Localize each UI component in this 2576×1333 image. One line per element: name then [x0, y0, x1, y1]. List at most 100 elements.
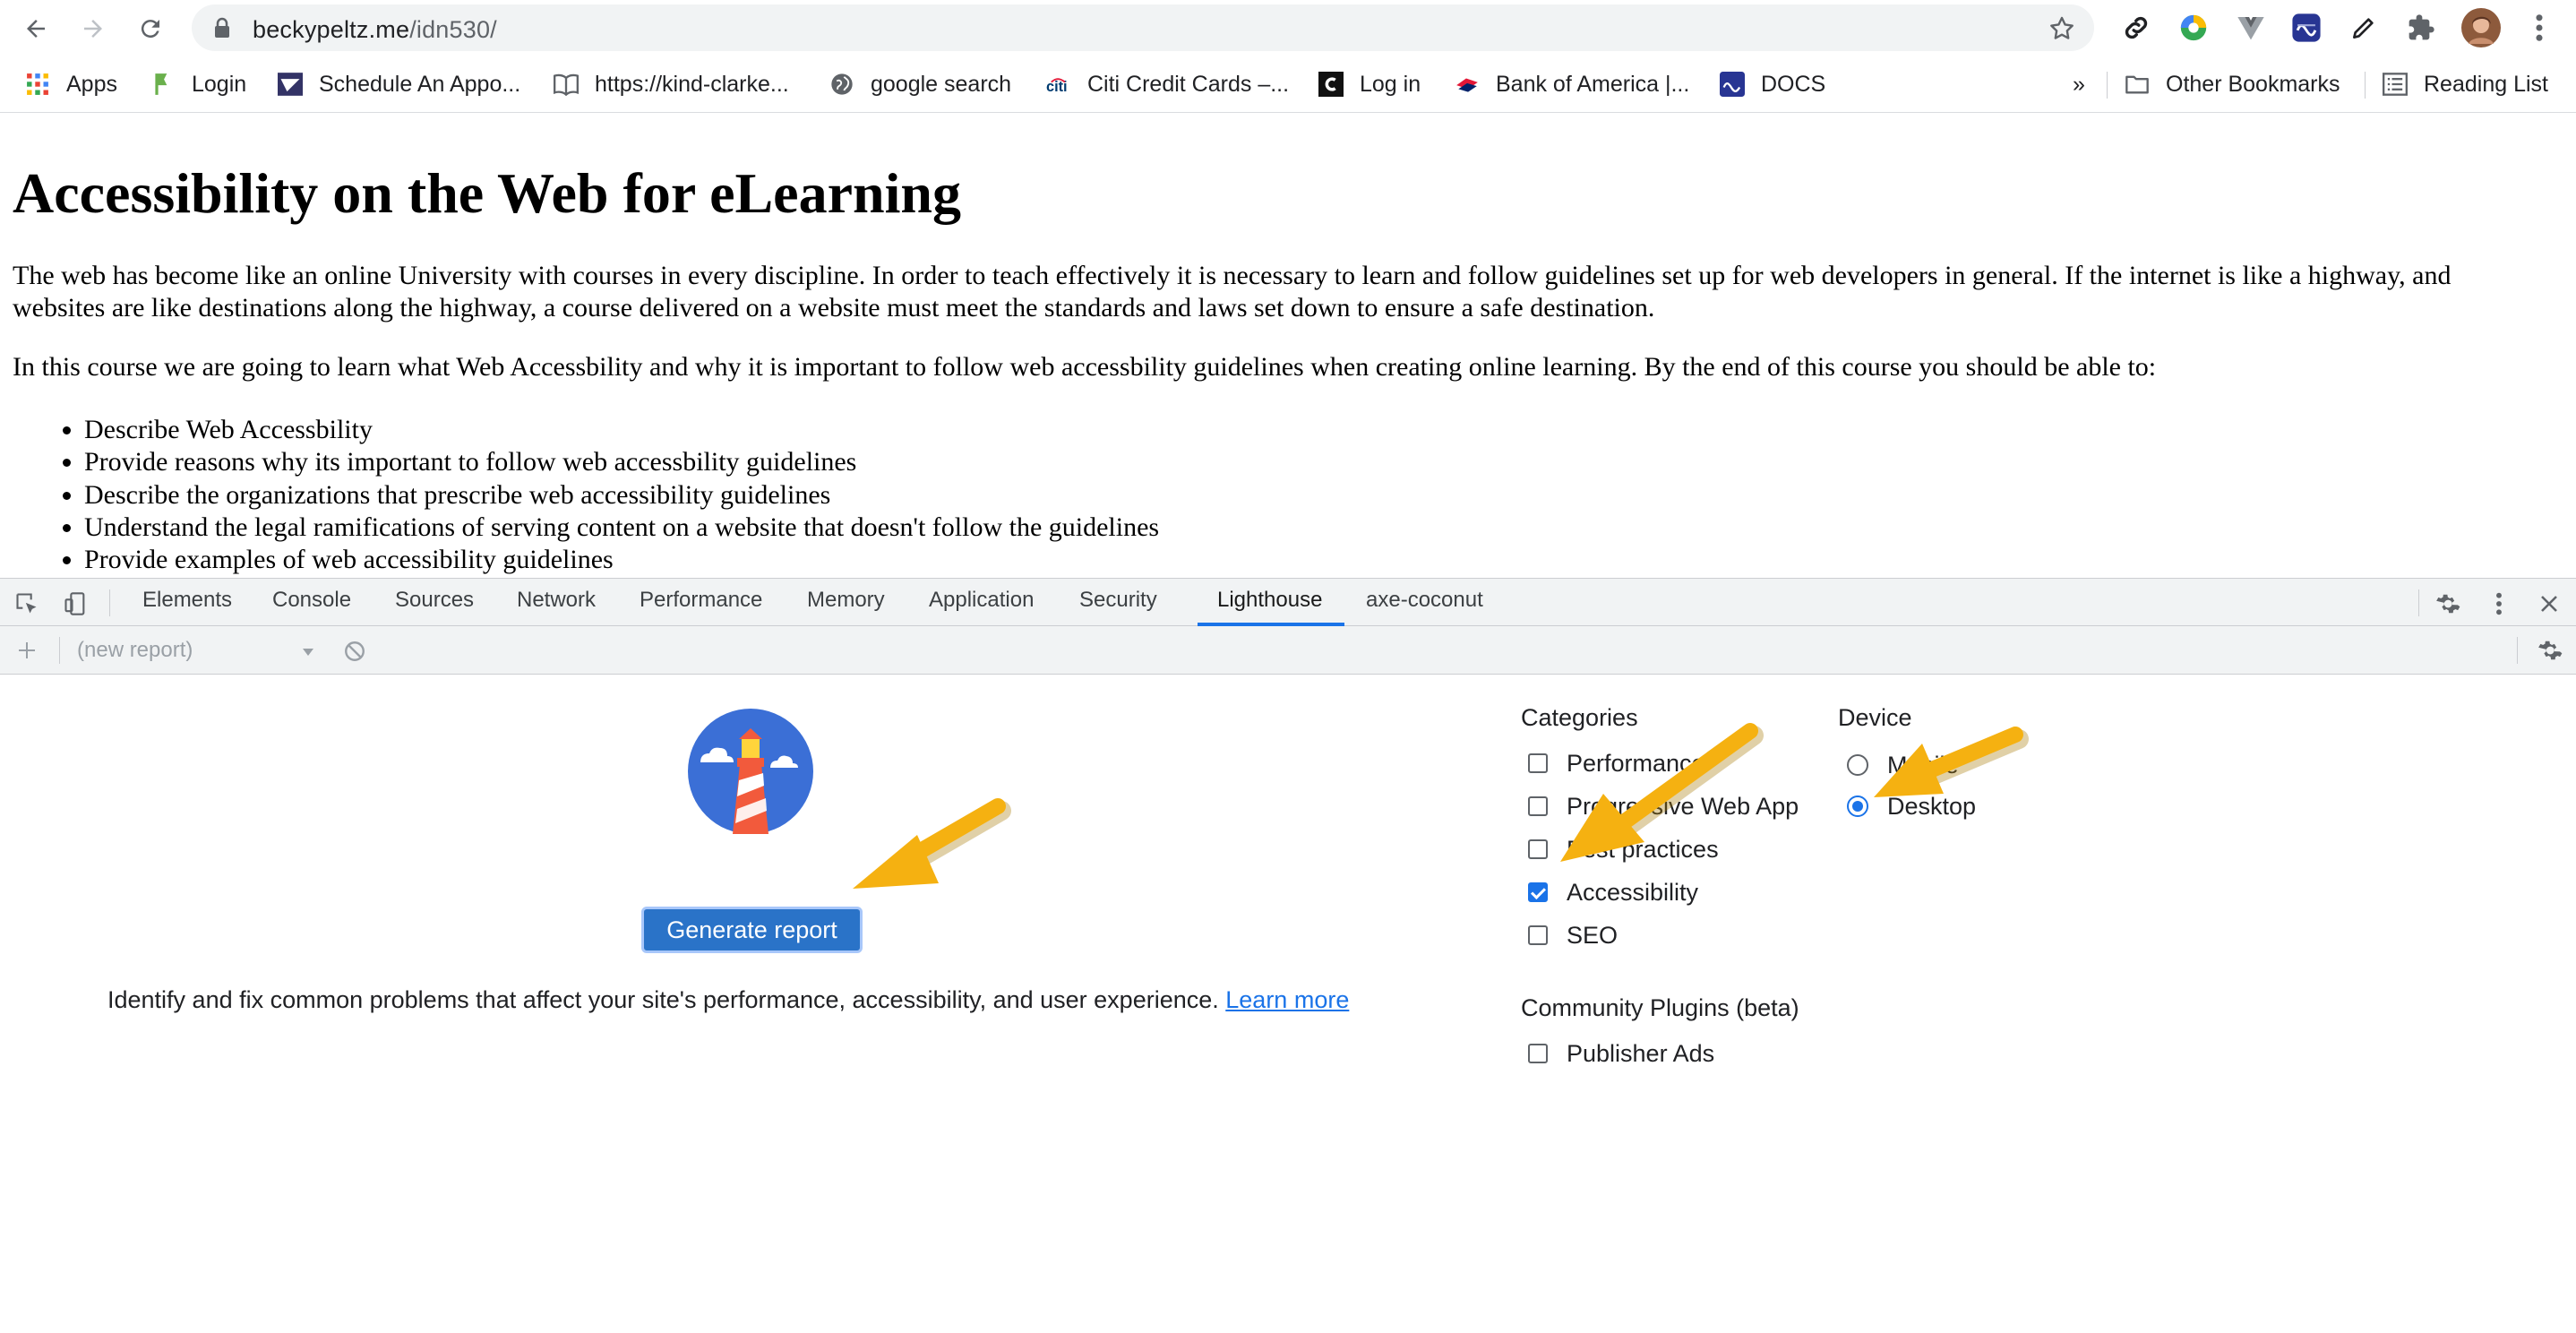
category-label: Progressive Web App [1567, 792, 1799, 820]
category-label: SEO [1567, 921, 1619, 949]
bank-of-america-icon [1455, 72, 1480, 97]
pwa-checkbox[interactable] [1528, 796, 1548, 816]
desktop-radio[interactable] [1847, 796, 1868, 817]
tab-security[interactable]: Security [1079, 588, 1157, 620]
community-plugins-title: Community Plugins (beta) [1521, 994, 1799, 1021]
best-practices-checkbox[interactable] [1528, 839, 1548, 859]
reading-list-icon [2383, 72, 2408, 97]
folder-icon [2125, 72, 2150, 97]
colorful-extension-icon[interactable] [2177, 11, 2211, 45]
bookmark-citi[interactable]: citi Citi Credit Cards –... [1046, 68, 1289, 100]
tab-axe-coconut[interactable]: axe-coconut [1366, 588, 1483, 620]
other-bookmarks-label: Other Bookmarks [2166, 71, 2340, 97]
seo-checkbox[interactable] [1528, 925, 1548, 945]
url-text[interactable]: beckypeltz.me/idn530/ [253, 16, 497, 44]
intro-paragraph: The web has become like an online Univer… [13, 261, 2451, 322]
book-icon [554, 72, 579, 97]
toolbar-divider [109, 589, 110, 616]
clear-report-icon[interactable] [340, 637, 369, 666]
category-seo[interactable]: SEO [1528, 921, 1618, 950]
bookmark-log-in[interactable]: Log in [1318, 68, 1421, 100]
bookmark-google-search[interactable]: google search [829, 68, 1011, 100]
tab-network[interactable]: Network [517, 588, 596, 620]
settings-gear-icon[interactable] [2433, 589, 2461, 618]
dropdown-caret-icon[interactable] [294, 638, 322, 666]
bookmark-schedule[interactable]: Schedule An Appo... [278, 68, 520, 100]
apps-grid-icon [25, 72, 50, 97]
bookmark-label: https://kind-clarke... [595, 71, 789, 97]
tab-performance[interactable]: Performance [640, 588, 762, 620]
toolbar-divider [2418, 589, 2419, 616]
bookmark-docs[interactable]: DOCS [1720, 68, 1825, 100]
description-text: Identify and fix common problems that af… [107, 986, 1219, 1013]
docs-icon [1720, 72, 1745, 97]
performance-checkbox[interactable] [1528, 753, 1548, 773]
web-page-content: Accessibility on the Web for eLearning T… [0, 114, 2576, 578]
bookmark-label: Bank of America |... [1496, 71, 1690, 97]
bookmark-label: Apps [66, 71, 117, 97]
learn-more-link[interactable]: Learn more [1225, 986, 1349, 1013]
inspect-element-icon[interactable] [13, 589, 41, 618]
devtools-menu-icon[interactable] [2485, 589, 2513, 618]
bookmark-apps[interactable]: Apps [25, 68, 117, 100]
lighthouse-description: Identify and fix common problems that af… [107, 986, 1349, 1014]
tab-application[interactable]: Application [929, 588, 1034, 620]
reading-list-label: Reading List [2424, 71, 2548, 97]
pencil-icon[interactable] [2347, 11, 2381, 45]
bookmark-login[interactable]: Login [150, 68, 246, 100]
address-bar[interactable]: beckypeltz.me/idn530/ [192, 4, 2094, 51]
accessibility-checkbox[interactable] [1528, 882, 1548, 902]
tab-console[interactable]: Console [272, 588, 351, 620]
lighthouse-settings-gear-icon[interactable] [2535, 636, 2563, 665]
category-label: Accessibility [1567, 878, 1699, 906]
add-report-icon[interactable] [13, 636, 41, 665]
vue-devtools-icon[interactable] [2234, 11, 2268, 45]
profile-avatar[interactable] [2461, 8, 2501, 47]
tab-lighthouse[interactable]: Lighthouse [1217, 588, 1322, 620]
category-best-practices[interactable]: Best practices [1528, 835, 1719, 864]
plugin-publisher-ads[interactable]: Publisher Ads [1528, 1039, 1714, 1068]
lock-icon[interactable] [213, 17, 231, 43]
device-desktop[interactable]: Desktop [1847, 792, 1976, 821]
devtools-tab-bar: Elements Console Sources Network Perform… [0, 578, 2576, 626]
other-bookmarks[interactable]: Other Bookmarks [2125, 68, 2340, 100]
link-extension-icon[interactable] [2119, 11, 2153, 45]
mobile-radio[interactable] [1847, 754, 1868, 776]
category-label: Best practices [1567, 835, 1719, 863]
bookmarks-divider [2365, 72, 2366, 99]
wavy-extension-icon[interactable] [2289, 11, 2323, 45]
objectives-list: Describe Web Accessbility Provide reason… [84, 414, 1159, 576]
device-toolbar-icon[interactable] [61, 589, 90, 618]
tab-elements[interactable]: Elements [142, 588, 232, 620]
bookmarks-overflow-chevron-icon[interactable]: » [2073, 68, 2085, 100]
reload-icon[interactable] [134, 13, 167, 45]
generate-report-button[interactable]: Generate report [641, 907, 863, 953]
category-accessibility[interactable]: Accessibility [1528, 878, 1698, 907]
report-select[interactable]: (new report) [77, 638, 193, 670]
reading-list[interactable]: Reading List [2383, 68, 2548, 100]
categories-title: Categories [1521, 704, 1638, 731]
category-performance[interactable]: Performance [1528, 749, 1705, 778]
category-pwa[interactable]: Progressive Web App [1528, 792, 1799, 821]
puzzle-extensions-icon[interactable] [2404, 11, 2438, 45]
list-item: Describe Web Accessbility [84, 414, 1159, 446]
device-label: Mobile [1887, 751, 1959, 778]
device-mobile[interactable]: Mobile [1847, 751, 1959, 779]
forward-arrow-icon[interactable] [77, 13, 109, 45]
usps-icon [278, 72, 303, 97]
tab-memory[interactable]: Memory [807, 588, 885, 620]
bookmark-label: Citi Credit Cards –... [1087, 71, 1290, 97]
bookmark-bank-of-america[interactable]: Bank of America |... [1455, 68, 1689, 100]
bookmark-kind-clarke[interactable]: https://kind-clarke... [554, 68, 789, 100]
toolbar-divider [59, 637, 60, 664]
list-item: Provide examples of web accessibility gu… [84, 544, 1159, 576]
tab-sources[interactable]: Sources [395, 588, 474, 620]
back-arrow-icon[interactable] [20, 13, 52, 45]
chrome-menu-icon[interactable] [2522, 11, 2556, 45]
device-label: Desktop [1887, 792, 1977, 820]
publisher-ads-checkbox[interactable] [1528, 1044, 1548, 1063]
bookmarks-bar: Apps Login Schedule An Appo... https://k… [0, 56, 2576, 113]
lighthouse-logo-icon [688, 709, 813, 834]
close-devtools-icon[interactable] [2535, 589, 2563, 618]
bookmark-star-icon[interactable] [2048, 14, 2076, 47]
